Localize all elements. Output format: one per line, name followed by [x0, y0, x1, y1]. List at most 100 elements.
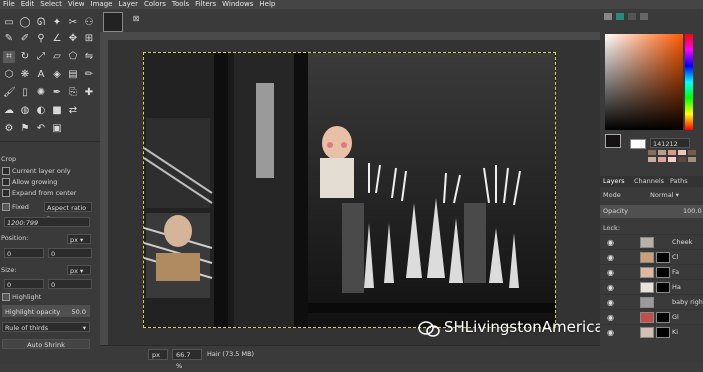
crop-icon[interactable]: ⌗ [3, 51, 15, 63]
text-icon[interactable]: A [35, 69, 47, 81]
paths-icon[interactable]: ✎ [3, 33, 15, 45]
fg-color-swatch-icon[interactable] [604, 13, 612, 20]
zoom-select[interactable]: 66.7 % [172, 349, 202, 370]
cage-icon[interactable]: ⬡ [3, 69, 15, 81]
auto-shrink-button[interactable]: Auto Shrink [2, 339, 90, 349]
menu-view[interactable]: View [65, 0, 88, 9]
size-w-input[interactable]: 0 [4, 279, 44, 289]
opacity-slider[interactable]: Opacity 100.0 [600, 205, 703, 218]
color-history-swatch[interactable] [648, 150, 656, 155]
tool-options-icon[interactable]: ⚙ [3, 123, 15, 135]
device-status-icon[interactable]: ⚑ [19, 123, 31, 135]
free-select-icon[interactable]: ᘏ [35, 17, 47, 29]
ratio-input[interactable]: 1200:799 [4, 217, 90, 227]
color-history-swatch[interactable] [658, 157, 666, 162]
scale-icon[interactable]: ⤢ [35, 51, 47, 63]
color-history-swatch[interactable] [668, 150, 676, 155]
highlight-opacity-slider[interactable]: Highlight opacity 50.0 [2, 305, 90, 317]
shear-icon[interactable]: ▱ [51, 51, 63, 63]
highlight-checkbox[interactable] [2, 293, 10, 301]
foreground-select-icon[interactable]: ⚇ [83, 17, 95, 29]
guides-select[interactable]: Rule of thirds ▾ [2, 322, 90, 332]
color-history-swatch[interactable] [648, 157, 656, 162]
layer-row[interactable]: ◉ Ha [600, 279, 703, 295]
color-history-swatch[interactable] [688, 157, 696, 162]
position-unit-select[interactable]: px ▾ [67, 234, 91, 244]
menu-help[interactable]: Help [256, 0, 278, 9]
expand-from-center-checkbox[interactable] [2, 189, 10, 197]
unit-select[interactable]: px [148, 349, 168, 360]
eye-icon[interactable]: ◉ [606, 283, 615, 292]
swap-colors-icon[interactable]: ⇄ [67, 105, 79, 117]
flip-icon[interactable]: ⇋ [83, 51, 95, 63]
layer-row[interactable]: ◉ Gl [600, 309, 703, 325]
highlight-option[interactable]: Highlight [0, 292, 100, 303]
image-canvas[interactable] [143, 52, 556, 328]
align-icon[interactable]: ⊞ [83, 33, 95, 45]
color-field[interactable] [605, 34, 683, 130]
brush-icon[interactable]: 🖌 [3, 87, 16, 99]
measure-icon[interactable]: ∠ [51, 33, 63, 45]
airbrush-icon[interactable]: ✺ [35, 87, 47, 99]
rotate-icon[interactable]: ↻ [19, 51, 31, 63]
eye-icon[interactable]: ◉ [606, 253, 615, 262]
canvas-area[interactable] [108, 40, 600, 345]
current-layer-only-option[interactable]: Current layer only [0, 166, 100, 177]
dodge-icon[interactable]: ◐ [35, 105, 47, 117]
allow-growing-option[interactable]: Allow growing [0, 177, 100, 188]
menu-file[interactable]: File [0, 0, 18, 9]
current-layer-only-checkbox[interactable] [2, 167, 10, 175]
expand-from-center-option[interactable]: Expand from center [0, 188, 100, 199]
scales-icon[interactable] [640, 13, 648, 20]
layer-row[interactable]: ◉ Cl [600, 249, 703, 265]
hex-input[interactable]: 141212 [650, 138, 690, 148]
heal-icon[interactable]: ✚ [83, 87, 95, 99]
color-history-swatch[interactable] [678, 157, 686, 162]
eye-icon[interactable]: ◉ [606, 268, 615, 277]
color-history-swatch[interactable] [668, 157, 676, 162]
mode-select[interactable]: Normal ▾ [650, 190, 700, 200]
layer-row[interactable]: ◉ Ki [600, 324, 703, 340]
layer-row[interactable]: ◉ Cheek [600, 234, 703, 250]
tab-paths[interactable]: Paths [670, 176, 688, 187]
color-mode-icon[interactable] [616, 13, 624, 20]
hue-slider[interactable] [685, 34, 693, 130]
tab-channels[interactable]: Channels [634, 176, 664, 187]
perspective-icon[interactable]: ⬠ [67, 51, 79, 63]
bucket-icon[interactable]: ◈ [51, 69, 63, 81]
menu-filters[interactable]: Filters [192, 0, 219, 9]
fixed-checkbox[interactable] [2, 203, 10, 211]
eye-icon[interactable]: ◉ [606, 238, 615, 247]
aspect-ratio-select[interactable]: Aspect ratio ▾ [44, 202, 92, 222]
images-icon[interactable]: ▣ [51, 123, 63, 135]
menu-tools[interactable]: Tools [169, 0, 192, 9]
eye-icon[interactable]: ◉ [606, 313, 615, 322]
tab-layers[interactable]: Layers [603, 176, 625, 187]
menu-image[interactable]: Image [88, 0, 116, 9]
menu-layer[interactable]: Layer [115, 0, 141, 9]
fuzzy-select-icon[interactable]: ✦ [51, 17, 63, 29]
foreground-color[interactable] [605, 134, 621, 148]
menu-colors[interactable]: Colors [141, 0, 169, 9]
scissors-icon[interactable]: ✂ [67, 17, 79, 29]
menu-select[interactable]: Select [37, 0, 65, 9]
smudge-icon[interactable]: ☁ [3, 105, 15, 117]
position-x-input[interactable]: 0 [4, 248, 44, 258]
position-y-input[interactable]: 0 [48, 248, 92, 258]
zoom-icon[interactable]: ⚲ [35, 33, 47, 45]
warp-icon[interactable]: ❋ [19, 69, 31, 81]
menu-edit[interactable]: Edit [18, 0, 38, 9]
eye-icon[interactable]: ◉ [606, 328, 615, 337]
clone-icon[interactable]: ⎘ [67, 87, 79, 99]
color-history-swatch[interactable] [688, 150, 696, 155]
palette-icon[interactable] [628, 13, 636, 20]
eye-icon[interactable]: ◉ [606, 298, 615, 307]
color-history-swatch[interactable] [678, 150, 686, 155]
move-icon[interactable]: ✥ [67, 33, 79, 45]
eraser-icon[interactable]: ▯ [19, 87, 31, 99]
menu-windows[interactable]: Windows [219, 0, 256, 9]
blur-icon[interactable]: ◍ [19, 105, 31, 117]
rect-select-icon[interactable]: ▭ [3, 17, 15, 29]
layer-row[interactable]: ◉ Fa [600, 264, 703, 280]
color-history-swatch[interactable] [658, 150, 666, 155]
